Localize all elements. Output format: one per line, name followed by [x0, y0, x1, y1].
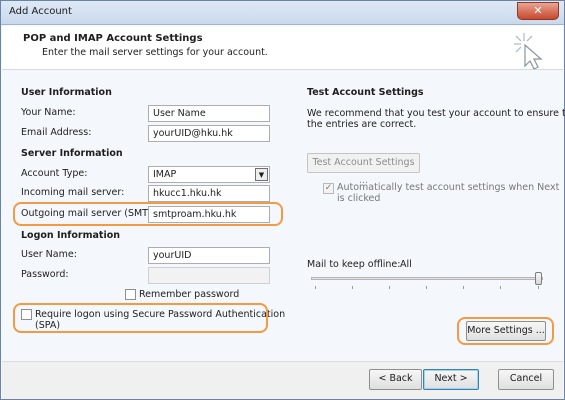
server-info-heading: Server Information — [21, 148, 123, 159]
auto-test-label-line1: Automatically test account settings when… — [337, 182, 560, 193]
account-type-select[interactable]: IMAP ▼ — [148, 166, 270, 183]
back-button[interactable]: < Back — [369, 369, 422, 390]
auto-test-label-line2: is clicked — [337, 193, 381, 204]
slider-tick — [315, 286, 316, 289]
page-header: POP and IMAP Account Settings Enter the … — [2, 26, 563, 70]
offline-slider-track[interactable] — [311, 277, 543, 280]
next-button[interactable]: Next > — [423, 369, 479, 390]
email-address-label: Email Address: — [21, 127, 92, 138]
your-name-label: Your Name: — [21, 107, 76, 118]
dialog-footer: < Back Next > Cancel — [2, 361, 563, 399]
slider-tick — [463, 286, 464, 289]
offline-slider-thumb[interactable] — [535, 272, 542, 285]
close-icon: ✕ — [533, 4, 543, 17]
slider-tick — [389, 286, 390, 289]
title-bar[interactable]: Add Account ✕ — [1, 1, 564, 25]
account-type-label: Account Type: — [21, 168, 88, 179]
your-name-field[interactable]: User Name — [148, 105, 270, 122]
user-name-label: User Name: — [21, 249, 77, 260]
slider-tick — [352, 286, 353, 289]
slider-tick — [500, 286, 501, 289]
remember-password-label[interactable]: Remember password — [139, 289, 239, 300]
outgoing-highlight — [13, 202, 283, 226]
cursor-sparkle-icon — [514, 33, 543, 70]
remember-password-checkbox[interactable] — [125, 289, 136, 300]
offline-value: All — [400, 259, 412, 270]
cancel-button[interactable]: Cancel — [498, 369, 554, 390]
settings-content: User Information Your Name: User Name Em… — [2, 71, 565, 361]
chevron-down-icon[interactable]: ▼ — [255, 168, 268, 181]
password-field[interactable] — [148, 267, 270, 284]
auto-test-checkbox[interactable]: ✓ — [323, 183, 334, 194]
spa-highlight — [13, 303, 268, 333]
slider-tick — [426, 286, 427, 289]
slider-tick — [538, 286, 539, 289]
account-type-value: IMAP — [153, 169, 177, 180]
logon-info-heading: Logon Information — [21, 230, 121, 241]
email-address-field[interactable]: yourUID@hku.hk — [148, 125, 270, 142]
window-title: Add Account — [9, 6, 72, 17]
test-description-line2: the entries are correct. — [307, 119, 417, 130]
test-settings-heading: Test Account Settings — [307, 87, 424, 98]
close-button[interactable]: ✕ — [517, 2, 559, 20]
user-info-heading: User Information — [21, 87, 112, 98]
page-subtitle: Enter the mail server settings for your … — [42, 47, 268, 58]
incoming-server-field[interactable]: hkucc1.hku.hk — [148, 185, 270, 202]
incoming-server-label: Incoming mail server: — [21, 187, 125, 198]
offline-label: Mail to keep offline: — [307, 259, 401, 270]
page-title: POP and IMAP Account Settings — [23, 33, 203, 44]
test-description-line1: We recommend that you test your account … — [307, 108, 565, 119]
password-label: Password: — [21, 269, 69, 280]
user-name-field[interactable]: yourUID — [148, 247, 270, 264]
add-account-dialog: Add Account ✕ POP and IMAP Account Setti… — [0, 0, 565, 400]
more-settings-highlight — [457, 317, 554, 345]
test-account-settings-button[interactable]: Test Account Settings ... — [307, 153, 420, 186]
